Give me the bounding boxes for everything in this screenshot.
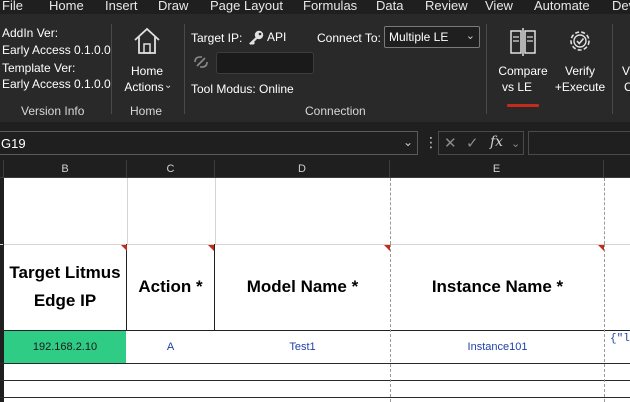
page-break-line [604, 244, 605, 402]
ribbon-separator [486, 24, 487, 114]
home-actions-button[interactable]: Home Actions ⌄ [118, 24, 176, 102]
home-actions-line2: Actions [124, 80, 164, 94]
cell-target-ip[interactable]: 192.168.2.10 [4, 331, 126, 363]
page-break-line [390, 178, 391, 244]
tool-modus-status: Tool Modus: Online [191, 82, 294, 96]
template-version-label: Template Ver: [2, 61, 76, 75]
row-divider [0, 397, 630, 398]
group-label-version-info: Version Info [21, 104, 85, 118]
chevron-down-icon[interactable]: ⌄ [511, 137, 520, 150]
menu-insert[interactable]: Insert [105, 0, 138, 13]
verify-line1: Verify [564, 64, 595, 78]
formula-bar: G19 ⌄ ⋮ ✕ ✓ fx ⌄ [0, 122, 630, 160]
header-text-model-name: Model Name * [246, 277, 359, 296]
cell-model-name[interactable]: Test1 [215, 331, 390, 363]
column-header-e[interactable]: E [390, 160, 604, 178]
group-label-home: Home [130, 104, 163, 118]
target-ip-input[interactable] [216, 52, 314, 74]
column-header-f[interactable] [604, 160, 630, 178]
menu-formulas[interactable]: Formulas [303, 0, 357, 13]
connect-to-dropdown[interactable]: Multiple LE ⌄ [384, 26, 480, 48]
compare-active-indicator [507, 104, 539, 107]
menu-page-layout[interactable]: Page Layout [210, 0, 283, 13]
menu-home[interactable]: Home [49, 0, 84, 13]
cell-json-config[interactable]: {"lit [610, 331, 630, 363]
more-options-icon[interactable]: ⋮ [424, 134, 438, 151]
partial-button-line2[interactable]: C [624, 80, 630, 95]
name-box-value: G19 [1, 136, 26, 151]
ribbon: AddIn Ver: Early Access 0.1.0.0 Template… [0, 14, 630, 122]
ribbon-separator [612, 24, 613, 114]
home-actions-line1: Home [130, 64, 163, 78]
menu-draw[interactable]: Draw [158, 0, 188, 13]
column-header-b[interactable]: B [4, 160, 127, 178]
menu-view[interactable]: View [485, 0, 513, 13]
cell-instance-name-value: Instance101 [467, 341, 528, 353]
home-icon [134, 27, 160, 54]
cell-action[interactable]: A [127, 331, 214, 363]
row-divider [0, 380, 630, 381]
ribbon-separator [111, 24, 112, 114]
verify-line2: +Execute [554, 80, 606, 94]
menu-data[interactable]: Data [376, 0, 403, 13]
menu-file[interactable]: File [2, 0, 23, 13]
header-cell-target-ip[interactable]: Target Litmus Edge IP [4, 244, 126, 330]
column-divider [127, 178, 128, 244]
menu-developer[interactable]: Dev [612, 0, 630, 13]
connect-to-value: Multiple LE [389, 30, 449, 44]
api-button[interactable]: API [247, 28, 289, 46]
group-label-connection: Connection [305, 104, 366, 118]
addin-version-value: Early Access 0.1.0.0 [2, 43, 111, 57]
compare-vs-le-button[interactable]: Compare vs LE [494, 24, 552, 102]
comment-indicator[interactable] [121, 245, 127, 251]
cell-action-value: A [166, 341, 175, 353]
gear-check-icon [570, 31, 590, 51]
confirm-icon[interactable]: ✓ [466, 134, 479, 152]
comment-indicator[interactable] [598, 245, 604, 251]
target-ip-label: Target IP: [191, 31, 243, 45]
api-label: API [267, 30, 287, 44]
cancel-icon[interactable]: ✕ [444, 134, 457, 152]
row-divider [0, 363, 630, 364]
function-icon[interactable]: fx [490, 134, 503, 150]
menu-review[interactable]: Review [425, 0, 468, 13]
menu-bar: File Home Insert Draw Page Layout Formul… [0, 0, 630, 14]
spreadsheet-grid[interactable]: B C D E Target Litmus Edge IP Action * M… [0, 160, 630, 402]
header-cell-action[interactable]: Action * [127, 244, 214, 330]
cell-target-ip-value: 192.168.2.10 [32, 341, 98, 353]
chevron-down-icon: ⌄ [465, 30, 475, 42]
column-headers: B C D E [0, 160, 630, 178]
header-cell-instance-name[interactable]: Instance Name * [391, 244, 604, 330]
partial-button-line1[interactable]: V [622, 64, 630, 79]
compare-line1: Compare [498, 64, 548, 78]
menu-automate[interactable]: Automate [534, 0, 590, 13]
chevron-down-icon: ⌄ [402, 135, 413, 149]
template-version-value: Early Access 0.1.0.0 [2, 77, 111, 91]
formula-actions: ✕ ✓ fx ⌄ [438, 131, 524, 155]
header-cell-model-name[interactable]: Model Name * [215, 244, 390, 330]
ribbon-separator [184, 24, 185, 114]
cell-json-config-value: {"lit [610, 333, 630, 345]
column-header-d[interactable]: D [215, 160, 390, 178]
compare-icon [510, 28, 536, 56]
header-text-action: Action * [138, 277, 203, 296]
header-text-instance-name: Instance Name * [431, 277, 564, 296]
connect-link-icon [194, 56, 208, 68]
comment-indicator[interactable] [384, 245, 390, 251]
chevron-down-icon: ⌄ [164, 80, 173, 91]
connect-to-label: Connect To: [317, 31, 381, 45]
formula-input[interactable] [528, 131, 630, 155]
header-text-target-ip: Target Litmus Edge IP [9, 263, 121, 310]
cell-instance-name[interactable]: Instance101 [391, 331, 604, 363]
column-divider [215, 178, 216, 244]
verify-execute-button[interactable]: Verify +Execute [552, 24, 608, 102]
comment-indicator[interactable] [208, 245, 214, 251]
column-header-c[interactable]: C [127, 160, 215, 178]
page-break-line [604, 178, 605, 244]
compare-line2: vs LE [501, 80, 532, 94]
cell-model-name-value: Test1 [289, 341, 316, 353]
name-box[interactable]: G19 ⌄ [0, 131, 418, 155]
key-icon [249, 30, 264, 45]
addin-version-label: AddIn Ver: [2, 26, 59, 40]
